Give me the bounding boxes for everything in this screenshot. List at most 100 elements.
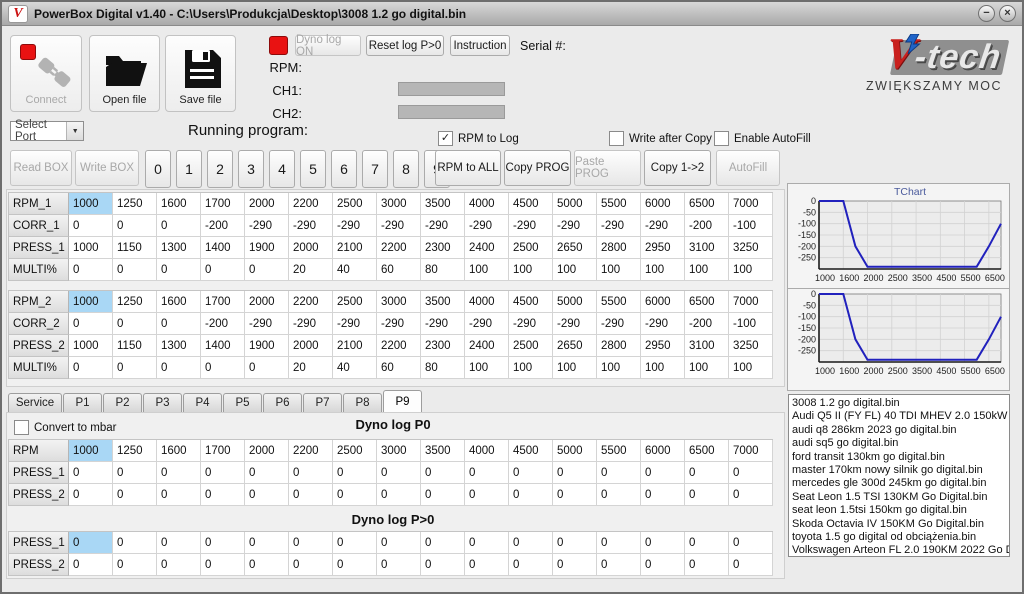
cell-rpm_2-0[interactable]: 1000 [69,291,113,313]
cell-rpm-1[interactable]: 1250 [113,440,157,462]
cell-corr_1-3[interactable]: -200 [201,215,245,237]
cell-corr_1-11[interactable]: -290 [553,215,597,237]
digit-button-3[interactable]: 3 [238,150,264,188]
cell-press_2-15[interactable]: 3250 [729,335,773,357]
cell-press_1-7[interactable]: 0 [377,462,421,484]
file-list-item[interactable]: Seat Leon 1.5 TSI 130KM Go Digital.bin [792,491,1009,504]
cell-multi%-1[interactable]: 0 [113,357,157,379]
digit-button-4[interactable]: 4 [269,150,295,188]
cell-multi%-2[interactable]: 0 [157,357,201,379]
tab-p7[interactable]: P7 [303,393,342,412]
cell-press_2-9[interactable]: 0 [465,484,509,506]
cell-rpm_1-10[interactable]: 4500 [509,193,553,215]
cell-press_2-4[interactable]: 0 [245,484,289,506]
cell-press_1-6[interactable]: 0 [333,532,377,554]
cell-multi%-12[interactable]: 100 [597,259,641,281]
cell-press_1-3[interactable]: 0 [201,532,245,554]
cell-press_2-0[interactable]: 1000 [69,335,113,357]
cell-rpm-5[interactable]: 2200 [289,440,333,462]
write-box-button[interactable]: Write BOX [75,150,139,186]
cell-rpm_2-14[interactable]: 6500 [685,291,729,313]
cell-rpm_1-15[interactable]: 7000 [729,193,773,215]
digit-button-1[interactable]: 1 [176,150,202,188]
cell-press_1-15[interactable]: 0 [729,532,773,554]
cell-corr_1-0[interactable]: 0 [69,215,113,237]
cell-multi%-15[interactable]: 100 [729,357,773,379]
cell-rpm-14[interactable]: 6500 [685,440,729,462]
cell-press_1-13[interactable]: 0 [641,532,685,554]
cell-press_2-2[interactable]: 0 [157,554,201,576]
file-list-item[interactable]: seat leon 1.5tsi 150km go digital.bin [792,504,1009,517]
cell-multi%-6[interactable]: 40 [333,259,377,281]
cell-rpm_1-1[interactable]: 1250 [113,193,157,215]
cell-press_1-7[interactable]: 2200 [377,237,421,259]
cell-rpm-13[interactable]: 6000 [641,440,685,462]
cell-press_2-7[interactable]: 0 [377,484,421,506]
cell-corr_1-15[interactable]: -100 [729,215,773,237]
cell-press_2-6[interactable]: 0 [333,484,377,506]
cell-corr_2-4[interactable]: -290 [245,313,289,335]
cell-multi%-3[interactable]: 0 [201,357,245,379]
digit-button-2[interactable]: 2 [207,150,233,188]
file-list-item[interactable]: ford transit 130km go digital.bin [792,451,1009,464]
close-button[interactable]: × [999,5,1016,22]
cell-press_2-14[interactable]: 3100 [685,335,729,357]
cell-press_2-14[interactable]: 0 [685,554,729,576]
cell-press_1-12[interactable]: 0 [597,462,641,484]
cell-multi%-10[interactable]: 100 [509,259,553,281]
cell-press_2-12[interactable]: 0 [597,554,641,576]
save-file-button[interactable]: Save file [165,35,236,112]
cell-press_2-1[interactable]: 0 [113,484,157,506]
cell-press_1-13[interactable]: 0 [641,462,685,484]
cell-multi%-11[interactable]: 100 [553,357,597,379]
cell-rpm_2-8[interactable]: 3500 [421,291,465,313]
connect-button[interactable]: Connect [10,35,82,112]
cell-rpm_2-11[interactable]: 5000 [553,291,597,313]
cell-press_1-14[interactable]: 0 [685,462,729,484]
cell-press_1-15[interactable]: 3250 [729,237,773,259]
cell-press_2-2[interactable]: 1300 [157,335,201,357]
cell-corr_2-6[interactable]: -290 [333,313,377,335]
cell-press_1-10[interactable]: 0 [509,462,553,484]
cell-press_1-11[interactable]: 0 [553,532,597,554]
cell-corr_1-2[interactable]: 0 [157,215,201,237]
cell-press_1-1[interactable]: 1150 [113,237,157,259]
cell-rpm_2-12[interactable]: 5500 [597,291,641,313]
cell-multi%-10[interactable]: 100 [509,357,553,379]
cell-corr_1-9[interactable]: -290 [465,215,509,237]
tab-service[interactable]: Service [8,393,62,412]
cell-press_2-3[interactable]: 1400 [201,335,245,357]
cell-press_1-12[interactable]: 0 [597,532,641,554]
cell-press_2-4[interactable]: 0 [245,554,289,576]
cell-rpm-10[interactable]: 4500 [509,440,553,462]
cell-rpm_1-12[interactable]: 5500 [597,193,641,215]
cell-press_1-2[interactable]: 0 [157,532,201,554]
cell-rpm-12[interactable]: 5500 [597,440,641,462]
cell-press_2-13[interactable]: 2950 [641,335,685,357]
tab-p1[interactable]: P1 [63,393,102,412]
cell-press_2-10[interactable]: 2500 [509,335,553,357]
open-file-button[interactable]: Open file [89,35,160,112]
cell-rpm-6[interactable]: 2500 [333,440,377,462]
cell-corr_2-14[interactable]: -200 [685,313,729,335]
cell-press_2-6[interactable]: 0 [333,554,377,576]
cell-press_1-12[interactable]: 2800 [597,237,641,259]
cell-press_2-5[interactable]: 0 [289,554,333,576]
write-after-copy-checkbox[interactable]: Write after Copy [609,131,712,146]
cell-rpm-9[interactable]: 4000 [465,440,509,462]
cell-rpm-8[interactable]: 3500 [421,440,465,462]
cell-corr_2-3[interactable]: -200 [201,313,245,335]
cell-corr_1-8[interactable]: -290 [421,215,465,237]
cell-rpm_2-6[interactable]: 2500 [333,291,377,313]
cell-press_2-9[interactable]: 2400 [465,335,509,357]
cell-multi%-4[interactable]: 0 [245,259,289,281]
cell-press_1-13[interactable]: 2950 [641,237,685,259]
cell-press_2-8[interactable]: 2300 [421,335,465,357]
cell-press_1-14[interactable]: 0 [685,532,729,554]
digit-button-0[interactable]: 0 [145,150,171,188]
cell-press_2-13[interactable]: 0 [641,554,685,576]
cell-press_2-0[interactable]: 0 [69,554,113,576]
cell-press_2-9[interactable]: 0 [465,554,509,576]
cell-rpm_1-13[interactable]: 6000 [641,193,685,215]
rpm-to-log-checkbox[interactable]: ✓ RPM to Log [438,131,519,146]
